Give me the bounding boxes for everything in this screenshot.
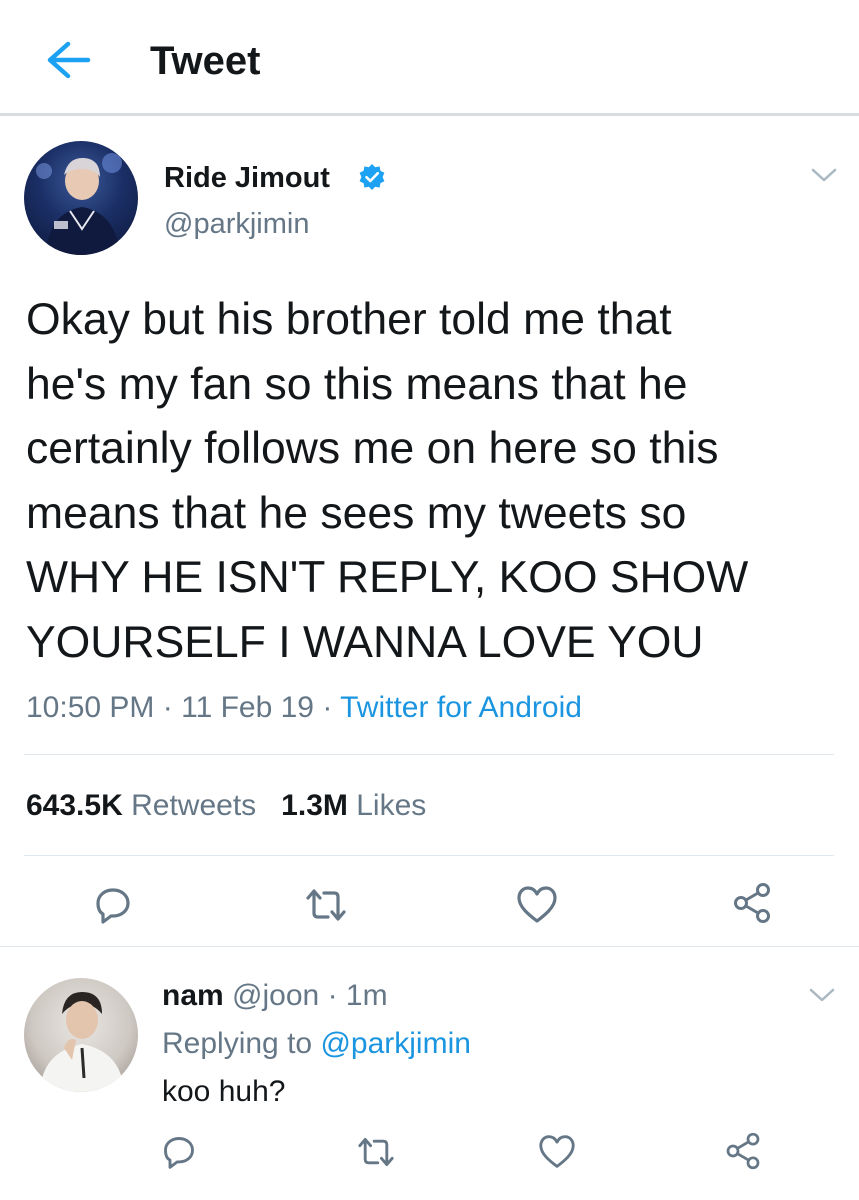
chevron-down-icon xyxy=(811,168,837,182)
author-name[interactable]: Ride Jimout xyxy=(164,160,330,196)
author-avatar[interactable] xyxy=(24,141,138,255)
reply-icon xyxy=(96,888,130,924)
reply-icon xyxy=(164,1137,194,1169)
reply-retweet-button[interactable] xyxy=(351,1127,401,1177)
reply-avatar[interactable] xyxy=(24,978,138,1092)
tweet-source-link[interactable]: Twitter for Android xyxy=(340,691,582,724)
share-button[interactable] xyxy=(727,878,777,928)
reply-author-handle[interactable]: @joon xyxy=(232,979,319,1012)
reply-share-button[interactable] xyxy=(718,1126,768,1176)
top-bar xyxy=(0,0,859,116)
likes-label: Likes xyxy=(356,789,427,822)
replying-to: Replying to @parkjimin xyxy=(162,1024,471,1064)
share-icon xyxy=(726,1132,760,1170)
likes-count: 1.3M xyxy=(281,789,348,822)
verified-badge-icon xyxy=(358,163,386,191)
author-handle[interactable]: @parkjimin xyxy=(164,206,309,242)
avatar-image xyxy=(40,992,124,1092)
meta-separator: · xyxy=(322,691,333,724)
retweet-icon xyxy=(306,889,346,921)
likes-stat[interactable]: 1.3M Likes xyxy=(281,789,426,822)
page-title: Tweet xyxy=(150,39,261,83)
reply-button[interactable] xyxy=(88,880,138,930)
avatar-image xyxy=(36,153,122,255)
tweet-text: Okay but his brother told me that he's m… xyxy=(26,295,749,667)
reply-menu-caret[interactable] xyxy=(807,985,837,1005)
meta-separator: · xyxy=(327,979,338,1012)
like-icon xyxy=(539,1135,575,1168)
retweets-count: 643.5K xyxy=(26,789,123,822)
tweet-stats: 643.5K Retweets 1.3M Likes xyxy=(26,786,426,826)
back-button[interactable] xyxy=(38,32,98,88)
reply-reply-button[interactable] xyxy=(154,1127,204,1177)
tweet-time: 10:50 PM xyxy=(26,691,155,724)
reply-like-button[interactable] xyxy=(532,1127,582,1177)
tweet-meta: 10:50 PM · 11 Feb 19 · Twitter for Andro… xyxy=(26,688,582,728)
tweet-date: 11 Feb 19 xyxy=(181,691,314,724)
arrow-left-icon xyxy=(47,41,91,79)
reply-time: 1m xyxy=(345,979,388,1012)
retweets-label: Retweets xyxy=(131,789,257,822)
divider xyxy=(24,855,834,856)
replying-to-mention[interactable]: @parkjimin xyxy=(320,1027,470,1060)
reply-header: nam @joon · 1m xyxy=(162,976,388,1016)
retweet-icon xyxy=(358,1137,394,1167)
like-button[interactable] xyxy=(512,880,562,930)
divider xyxy=(24,754,834,755)
chevron-down-icon xyxy=(809,988,835,1002)
replying-to-prefix: Replying to xyxy=(162,1027,313,1060)
retweet-button[interactable] xyxy=(301,880,351,930)
reply-text: koo huh? xyxy=(162,1075,286,1108)
tweet-menu-caret[interactable] xyxy=(809,165,839,185)
retweets-stat[interactable]: 643.5K Retweets xyxy=(26,789,256,822)
like-icon xyxy=(517,886,557,923)
meta-separator: · xyxy=(162,691,173,724)
share-icon xyxy=(734,883,770,923)
reply-author-name[interactable]: nam xyxy=(162,979,224,1012)
divider xyxy=(0,946,859,947)
